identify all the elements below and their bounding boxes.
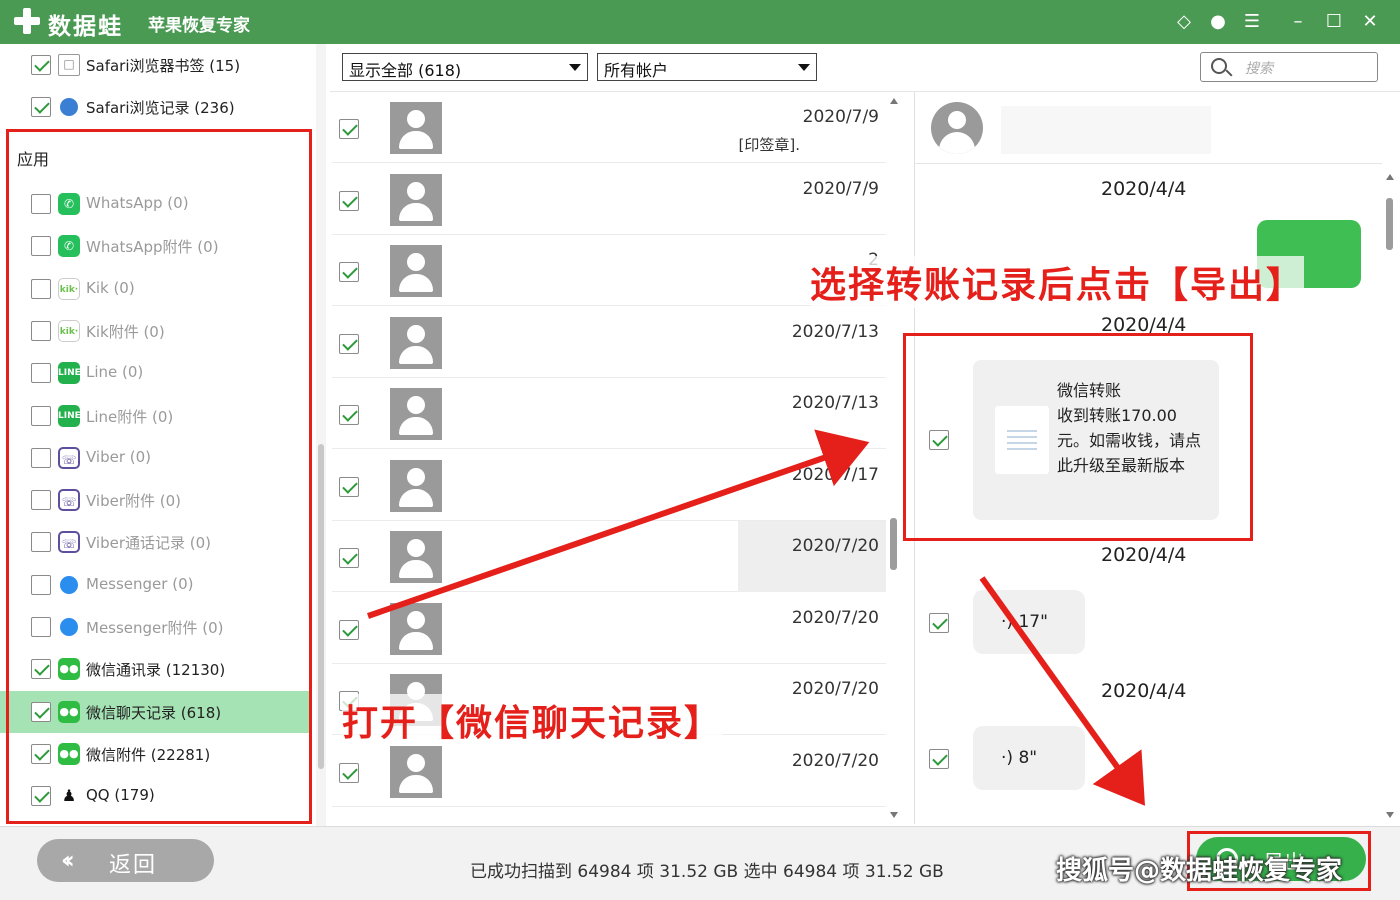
annotation-box-transfer — [903, 333, 1253, 541]
chat-scrollbar[interactable] — [1382, 168, 1400, 824]
conversation-row[interactable]: 2020/7/20 — [332, 736, 886, 807]
contact-avatar — [390, 102, 442, 154]
conversation-row[interactable]: 2020/7/20 — [332, 593, 886, 664]
search-icon — [1211, 58, 1227, 74]
voice-checkbox[interactable] — [929, 613, 949, 633]
bookmark-icon: □ — [58, 54, 80, 76]
contact-avatar — [390, 316, 442, 369]
sidebar-item[interactable]: Safari浏览记录 (236) — [0, 86, 310, 128]
sidebar-item-label: Safari浏览器书签 (15) — [86, 57, 241, 75]
safari-icon — [58, 96, 80, 118]
double-chevron-left-icon: ‹‹ — [61, 846, 75, 874]
conversation-checkbox[interactable] — [339, 405, 359, 425]
filter-select-value: 显示全部 (618) — [349, 61, 462, 80]
contact-avatar — [931, 102, 983, 154]
conversation-scrollbar[interactable] — [886, 92, 902, 824]
account-select[interactable]: 所有帐户 — [597, 53, 817, 81]
chat-icon[interactable]: ● — [1206, 10, 1230, 34]
conversation-date: 2020/7/20 — [791, 750, 879, 771]
watermark: 搜狐号@数据蛙恢复专家 — [1056, 856, 1343, 886]
plus-logo-icon — [12, 6, 42, 36]
conversation-scroll-thumb[interactable] — [890, 518, 897, 570]
diamond-icon[interactable]: ◇ — [1172, 10, 1196, 34]
conversation-checkbox[interactable] — [339, 762, 359, 783]
sidebar-scroll-thumb[interactable] — [318, 444, 324, 769]
conversation-date: 2020/7/13 — [791, 321, 879, 342]
conversation-snippet: [印签章]. — [738, 136, 800, 154]
annotation-open-wechat: 打开【微信聊天记录】 — [342, 694, 723, 746]
voice-checkbox[interactable] — [929, 749, 949, 769]
chevron-down-icon — [798, 64, 810, 71]
contact-header — [915, 92, 1382, 164]
contact-avatar — [390, 388, 442, 440]
search-input[interactable]: 搜索 — [1200, 52, 1378, 82]
chat-date: 2020/4/4 — [1101, 680, 1187, 702]
voice-duration: ·) 17" — [1001, 612, 1048, 632]
conversation-row[interactable]: 2020/7/17 — [332, 450, 886, 521]
conversation-checkbox[interactable] — [339, 333, 359, 354]
conversation-row[interactable]: 2 — [332, 235, 886, 306]
conversation-checkbox[interactable] — [339, 548, 359, 568]
back-button-label: 返回 — [109, 853, 158, 878]
sidebar-checkbox[interactable] — [31, 97, 51, 117]
conversation-row[interactable]: 2020/7/20 — [332, 521, 886, 592]
chat-date: 2020/4/4 — [1101, 544, 1187, 566]
chat-date: 2020/4/4 — [1101, 178, 1187, 200]
annotation-select-transfer: 选择转账记录后点击【导出】 — [810, 256, 1305, 308]
search-placeholder: 搜索 — [1245, 61, 1273, 77]
back-button[interactable]: ‹‹ 返回 — [37, 839, 214, 882]
conversation-checkbox[interactable] — [339, 119, 359, 139]
annotation-box-apps — [6, 129, 312, 824]
scroll-up-icon[interactable] — [1386, 174, 1394, 180]
filter-toolbar: 显示全部 (618) 所有帐户 搜索 — [330, 44, 1400, 92]
conversation-checkbox[interactable] — [339, 262, 359, 282]
title-bar: 数据蛙 苹果恢复专家 ◇ ● ☰ – ☐ ✕ — [0, 0, 1400, 44]
app-name: 数据蛙 — [48, 14, 123, 40]
sidebar-item[interactable]: □ Safari浏览器书签 (15) — [0, 44, 310, 86]
conversation-date: 2020/7/9 — [802, 107, 879, 127]
contact-avatar — [390, 173, 442, 226]
scroll-down-icon[interactable] — [890, 812, 898, 818]
scroll-down-icon[interactable] — [1386, 812, 1394, 818]
filter-select[interactable]: 显示全部 (618) — [342, 53, 588, 81]
conversation-date: 2020/7/13 — [791, 393, 879, 413]
row-highlight — [738, 521, 886, 592]
account-select-value: 所有帐户 — [604, 61, 669, 80]
scan-status: 已成功扫描到 64984 项 31.52 GB 选中 64984 项 31.52… — [470, 862, 944, 882]
maximize-icon[interactable]: ☐ — [1322, 10, 1346, 34]
contact-name-placeholder — [1001, 106, 1211, 154]
conversation-date: 2020/7/17 — [791, 464, 879, 485]
conversation-row[interactable]: 2020/7/9 — [332, 164, 886, 235]
voice-message-bubble[interactable]: ·) 17" — [973, 590, 1085, 654]
contact-avatar — [390, 602, 442, 655]
sidebar-scrollbar[interactable] — [316, 44, 326, 826]
list-icon[interactable]: ☰ — [1240, 10, 1264, 34]
conversation-row[interactable]: 2020/7/9 [印签章]. — [332, 92, 886, 163]
conversation-checkbox[interactable] — [339, 190, 359, 211]
voice-duration: ·) 8" — [1001, 748, 1038, 768]
conversation-row[interactable]: 2020/7/13 — [332, 378, 886, 449]
sidebar-checkbox[interactable] — [31, 55, 51, 75]
conversation-row[interactable]: 2020/7/13 — [332, 307, 886, 378]
close-icon[interactable]: ✕ — [1358, 10, 1382, 34]
chat-scroll-thumb[interactable] — [1386, 198, 1393, 250]
conversation-date: 2020/7/20 — [791, 536, 879, 556]
voice-message-bubble[interactable]: ·) 8" — [973, 726, 1085, 790]
conversation-date: 2020/7/20 — [791, 679, 879, 699]
contact-avatar — [390, 459, 442, 512]
minimize-icon[interactable]: – — [1286, 10, 1310, 34]
conversation-date: 2020/7/20 — [791, 607, 879, 628]
conversation-date: 2020/7/9 — [802, 178, 879, 199]
contact-avatar — [390, 245, 442, 297]
contact-avatar — [390, 745, 442, 798]
sidebar-item-label: Safari浏览记录 (236) — [86, 99, 235, 117]
contact-avatar — [390, 531, 442, 583]
chevron-down-icon — [569, 64, 581, 71]
app-subtitle: 苹果恢复专家 — [148, 16, 250, 36]
conversation-checkbox[interactable] — [339, 619, 359, 640]
scroll-up-icon[interactable] — [890, 98, 898, 104]
conversation-checkbox[interactable] — [339, 476, 359, 497]
